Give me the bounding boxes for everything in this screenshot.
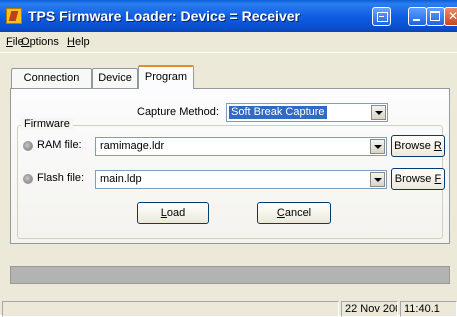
capture-method-value: Soft Break Capture	[229, 106, 327, 119]
load-button[interactable]: Load	[137, 202, 209, 224]
ram-file-value: ramimage.ldr	[100, 140, 165, 152]
capture-method-select[interactable]: Soft Break Capture	[226, 103, 388, 122]
menu-bar: File Options Help	[0, 32, 457, 53]
client-area: Connection Device Program Capture Method…	[0, 53, 457, 317]
help-window-button[interactable]	[372, 7, 391, 26]
chevron-down-icon[interactable]	[371, 105, 386, 120]
ram-file-select[interactable]: ramimage.ldr	[95, 137, 387, 156]
flash-file-select[interactable]: main.ldp	[95, 170, 387, 189]
maximize-icon	[430, 11, 440, 21]
ram-file-label: RAM file:	[37, 139, 82, 151]
capture-method-label: Capture Method:	[137, 106, 219, 118]
program-tab-panel: Capture Method: Soft Break Capture Firmw…	[10, 88, 450, 244]
app-icon[interactable]	[6, 8, 22, 24]
close-icon: ✕	[448, 9, 457, 23]
browse-flash-button[interactable]: Browse F	[391, 168, 445, 190]
close-button[interactable]: ✕	[444, 7, 457, 26]
tab-program[interactable]: Program	[138, 65, 194, 89]
flash-radio[interactable]	[23, 174, 33, 184]
chevron-down-icon[interactable]	[370, 139, 385, 154]
ram-radio[interactable]	[23, 141, 33, 151]
tab-device[interactable]: Device	[92, 68, 138, 88]
help-window-icon	[377, 12, 388, 22]
cancel-button[interactable]: Cancel	[257, 202, 331, 224]
menu-help[interactable]: Help	[67, 36, 90, 48]
maximize-button[interactable]	[426, 7, 445, 26]
firmware-group-title: Firmware	[21, 118, 73, 130]
progress-bar	[10, 266, 450, 284]
tab-connection[interactable]: Connection	[11, 68, 92, 88]
minimize-icon	[413, 19, 420, 21]
flash-file-label: Flash file:	[37, 172, 85, 184]
window-title: TPS Firmware Loader: Device = Receiver	[28, 8, 300, 24]
browse-ram-button[interactable]: Browse R	[391, 135, 445, 157]
title-bar[interactable]: TPS Firmware Loader: Device = Receiver ✕	[0, 0, 457, 32]
flash-file-value: main.ldp	[100, 173, 142, 185]
chevron-down-icon[interactable]	[370, 172, 385, 187]
minimize-button[interactable]	[408, 7, 427, 26]
menu-options[interactable]: Options	[21, 36, 59, 48]
